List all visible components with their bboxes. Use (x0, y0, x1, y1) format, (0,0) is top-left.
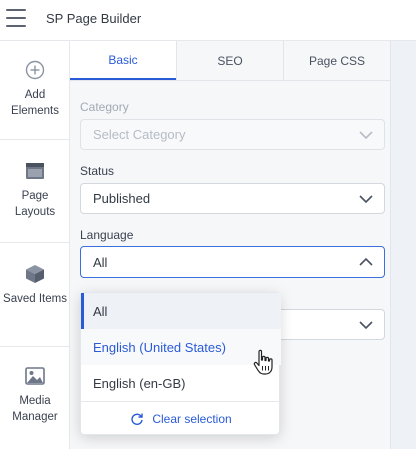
image-icon (24, 365, 46, 387)
chevron-up-icon (359, 257, 373, 266)
status-select[interactable]: Published (80, 183, 385, 214)
sidebar: Add Elements Page Layouts Saved Items Me… (0, 41, 70, 449)
refresh-icon (131, 413, 144, 425)
layout-icon (24, 160, 46, 182)
dropdown-option-english-gb[interactable]: English (en-GB) (81, 365, 281, 401)
sidebar-item-label: Page Layouts (14, 190, 56, 218)
sidebar-item-saved-items[interactable]: Saved Items (0, 243, 70, 347)
dropdown-option-english-us[interactable]: English (United States) (81, 329, 281, 365)
sidebar-item-add-elements[interactable]: Add Elements (0, 41, 70, 140)
sidebar-item-label: Add Elements (11, 89, 59, 117)
status-value: Published (93, 191, 151, 206)
sidebar-item-label: Saved Items (3, 293, 67, 305)
hand-cursor-icon (253, 349, 273, 375)
app-title: SP Page Builder (46, 11, 142, 26)
chevron-down-icon (359, 195, 373, 204)
sidebar-item-page-layouts[interactable]: Page Layouts (0, 140, 70, 243)
tab-seo[interactable]: SEO (176, 41, 283, 80)
dropdown-option-all[interactable]: All (81, 293, 281, 329)
chevron-down-icon (359, 131, 373, 140)
category-select: Select Category (80, 119, 385, 150)
tab-basic[interactable]: Basic (70, 41, 176, 80)
language-select[interactable]: All (80, 246, 385, 278)
chevron-down-icon (359, 321, 373, 330)
box-icon (24, 263, 46, 285)
category-label: Category (80, 100, 129, 114)
clear-selection-button[interactable]: Clear selection (81, 402, 281, 435)
sidebar-item-media-manager[interactable]: Media Manager (0, 347, 70, 449)
status-label: Status (80, 164, 115, 178)
tab-bar: Basic SEO Page CSS (70, 41, 390, 81)
category-placeholder: Select Category (93, 127, 186, 142)
language-value: All (93, 254, 108, 270)
canvas-edge (390, 41, 416, 449)
app-header: SP Page Builder (0, 0, 416, 41)
sidebar-item-label: Media Manager (12, 395, 58, 423)
hamburger-menu-icon[interactable] (6, 9, 26, 27)
language-label: Language (80, 228, 134, 242)
tab-page-css[interactable]: Page CSS (283, 41, 390, 80)
clear-selection-label: Clear selection (152, 411, 232, 426)
language-dropdown-menu: All English (United States) English (en-… (80, 292, 281, 435)
plus-circle-icon (24, 59, 46, 81)
